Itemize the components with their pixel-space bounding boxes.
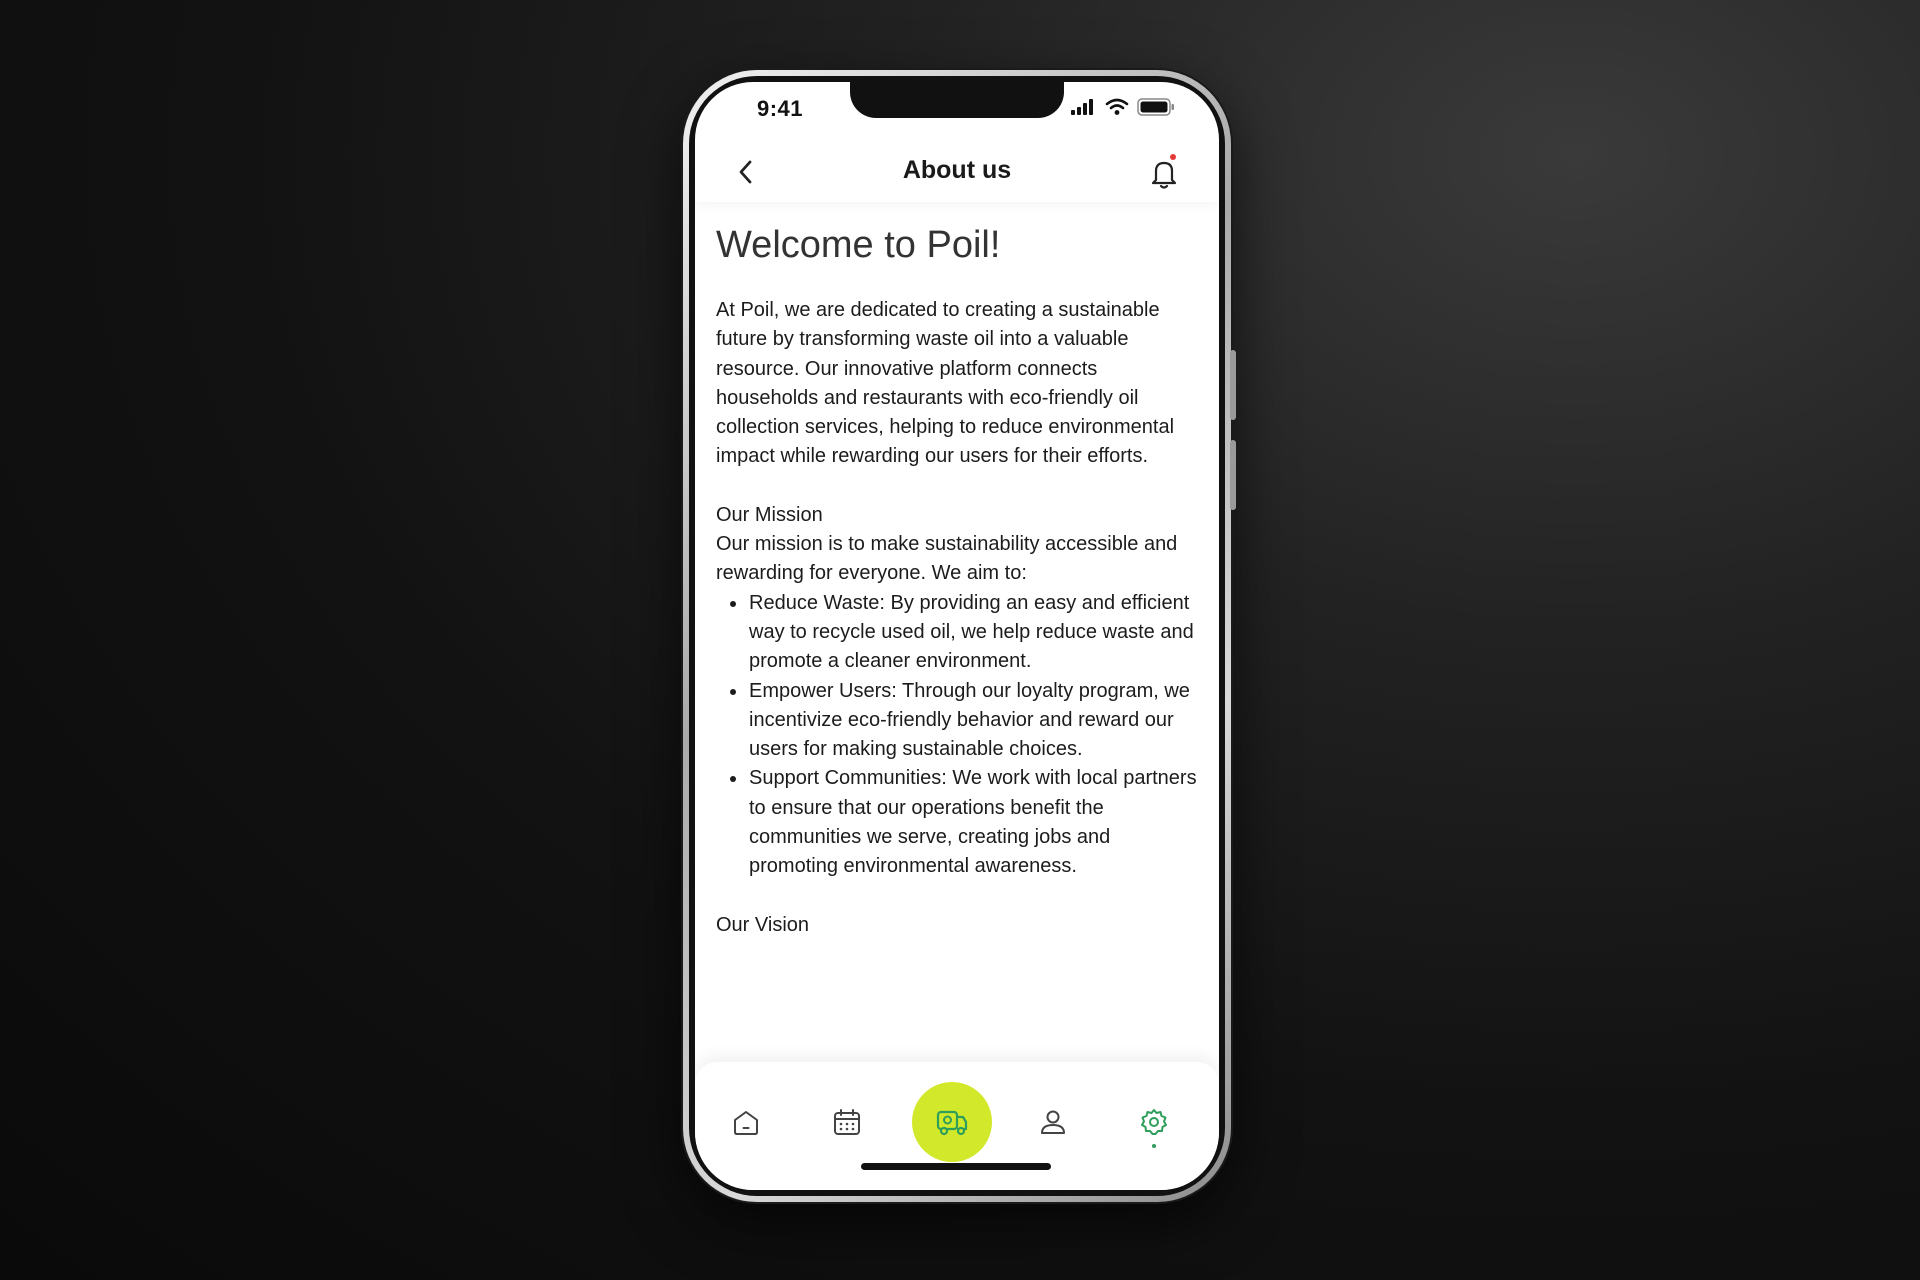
status-time: 9:41 xyxy=(757,96,804,121)
battery-icon xyxy=(1137,98,1174,116)
user-icon xyxy=(1041,1110,1065,1134)
mission-list: Reduce Waste: By providing an easy and e… xyxy=(716,589,1199,882)
intro-paragraph: At Poil, we are dedicated to creating a … xyxy=(716,299,1175,468)
app-screen: 9:41 About us Welcome to Poil! At Poil, … xyxy=(695,82,1219,1190)
truck-icon xyxy=(936,1110,968,1136)
list-item: Reduce Waste: By providing an easy and e… xyxy=(716,589,1199,677)
notification-badge xyxy=(1170,154,1176,160)
notifications-button[interactable] xyxy=(1147,154,1181,192)
tab-settings[interactable] xyxy=(1114,1082,1194,1162)
status-icons xyxy=(1071,98,1175,116)
bullet-icon xyxy=(730,600,736,607)
phone-side-button xyxy=(1230,350,1236,420)
app-header: About us xyxy=(695,142,1219,202)
home-icon xyxy=(734,1111,758,1135)
welcome-heading: Welcome to Poil! xyxy=(716,224,1001,266)
phone-notch xyxy=(850,82,1064,118)
about-content[interactable]: Welcome to Poil! At Poil, we are dedicat… xyxy=(716,218,1199,1048)
list-item: Support Communities: We work with local … xyxy=(716,764,1199,881)
gear-icon xyxy=(1141,1109,1167,1135)
list-item: Empower Users: Through our loyalty progr… xyxy=(716,677,1199,765)
tab-collection[interactable] xyxy=(912,1082,992,1162)
tab-calendar[interactable] xyxy=(807,1082,887,1162)
bullet-icon xyxy=(730,776,736,783)
list-item-text: Empower Users: Through our loyalty progr… xyxy=(749,679,1190,761)
list-item-text: Reduce Waste: By providing an easy and e… xyxy=(749,591,1194,673)
home-indicator xyxy=(861,1163,1051,1170)
phone-side-button xyxy=(1230,440,1236,510)
bottom-tab-bar xyxy=(695,1062,1219,1190)
phone-frame: 9:41 About us Welcome to Poil! At Poil, … xyxy=(683,70,1236,1202)
vision-title: Our Vision xyxy=(716,913,810,936)
calendar-icon xyxy=(834,1109,860,1135)
tab-profile[interactable] xyxy=(1013,1082,1093,1162)
page-title: About us xyxy=(902,156,1012,184)
mission-text: Our mission is to make sustainability ac… xyxy=(716,533,1178,585)
cellular-signal-icon xyxy=(1071,99,1093,115)
mission-title: Our Mission xyxy=(716,503,823,526)
tab-home[interactable] xyxy=(706,1082,786,1162)
wifi-icon xyxy=(1105,98,1129,115)
active-tab-indicator xyxy=(1152,1144,1156,1148)
bell-icon xyxy=(1151,161,1177,189)
bullet-icon xyxy=(730,688,736,695)
list-item-text: Support Communities: We work with local … xyxy=(749,767,1197,878)
